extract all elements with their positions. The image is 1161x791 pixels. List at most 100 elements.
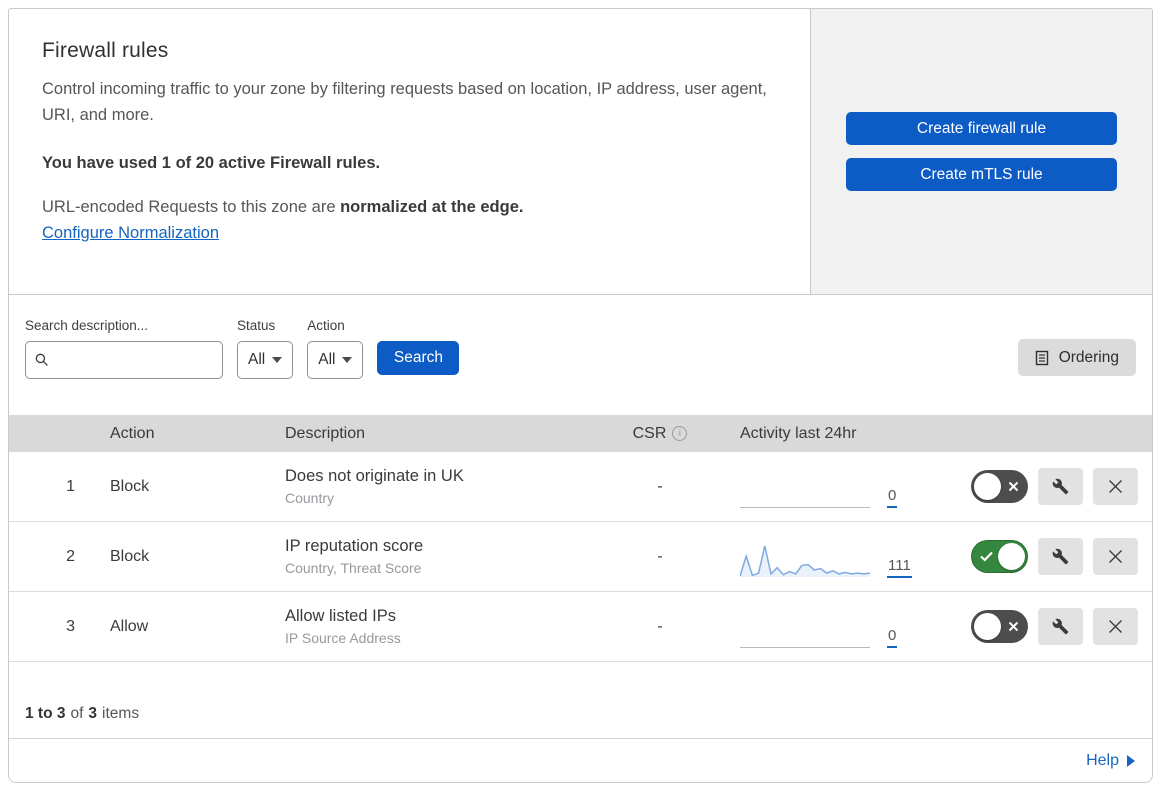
rule-controls: [925, 468, 1152, 505]
close-icon: [1109, 620, 1122, 633]
search-input[interactable]: [56, 351, 214, 369]
activity-sparkline: [740, 624, 870, 648]
rule-description-fields: Country, Threat Score: [285, 560, 422, 576]
search-icon: [35, 353, 48, 366]
page-description: Control incoming traffic to your zone by…: [42, 80, 767, 125]
activity-count-link[interactable]: 111: [887, 557, 912, 578]
page-title: Firewall rules: [42, 39, 169, 62]
edit-rule-button[interactable]: [1038, 538, 1083, 575]
ordering-icon: [1035, 350, 1048, 365]
action-column-header: Action: [110, 424, 155, 442]
normalization-text-plain: URL-encoded Requests to this zone are: [42, 197, 341, 216]
activity-count-link[interactable]: 0: [887, 487, 898, 508]
items-total: 3: [88, 705, 98, 722]
rule-csr: -: [657, 477, 663, 495]
configure-normalization-link[interactable]: Configure Normalization: [42, 224, 219, 243]
rule-description-title: IP reputation score: [285, 537, 424, 555]
rule-action: Allow: [110, 617, 149, 635]
firewall-rules-card: Firewall rules Control incoming traffic …: [8, 8, 1153, 783]
toggle-knob: [998, 543, 1025, 570]
enable-toggle[interactable]: [971, 610, 1028, 643]
rule-action: Block: [110, 547, 150, 565]
search-box[interactable]: [25, 341, 223, 379]
close-icon: [1109, 550, 1122, 563]
delete-rule-button[interactable]: [1093, 608, 1138, 645]
table-footer: 1 to 3 of 3 items: [9, 662, 1152, 739]
activity-sparkline: [740, 544, 870, 578]
search-group: Search description...: [25, 318, 223, 379]
description-column-header: Description: [285, 424, 366, 442]
rule-csr: -: [657, 547, 663, 565]
ordering-button[interactable]: Ordering: [1017, 339, 1136, 376]
rule-priority: 2: [66, 547, 75, 565]
table-header: Action Description CSR i Activity last 2…: [9, 415, 1152, 452]
normalization-text: URL-encoded Requests to this zone are no…: [42, 198, 770, 217]
rule-activity: 0: [705, 452, 925, 521]
help-bar: Help: [9, 739, 1152, 782]
status-select[interactable]: All: [237, 341, 294, 379]
table-row: 3 Allow Allow listed IPs IP Source Addre…: [9, 592, 1152, 662]
create-firewall-rule-button[interactable]: Create firewall rule: [846, 112, 1117, 145]
csr-column-label: CSR: [632, 424, 667, 442]
rule-description: Allow listed IPs IP Source Address: [285, 607, 615, 646]
rule-priority: 3: [66, 617, 75, 635]
delete-rule-button[interactable]: [1093, 468, 1138, 505]
ordering-button-label: Ordering: [1058, 348, 1119, 366]
rule-description-fields: Country: [285, 490, 335, 506]
intro-panel: Firewall rules Control incoming traffic …: [9, 9, 810, 294]
rule-activity: 111: [705, 522, 925, 591]
action-label: Action: [307, 318, 345, 333]
rule-description-fields: IP Source Address: [285, 630, 401, 646]
info-icon[interactable]: i: [672, 426, 688, 441]
usage-text: You have used 1 of 20 active Firewall ru…: [42, 153, 381, 172]
edit-rule-button[interactable]: [1038, 608, 1083, 645]
search-label: Search description...: [25, 318, 149, 333]
wrench-icon: [1052, 618, 1069, 635]
action-select[interactable]: All: [307, 341, 364, 379]
table-row: 1 Block Does not originate in UK Country…: [9, 452, 1152, 522]
rule-description-title: Does not originate in UK: [285, 467, 464, 485]
delete-rule-button[interactable]: [1093, 538, 1138, 575]
create-mtls-rule-button[interactable]: Create mTLS rule: [846, 158, 1117, 191]
check-icon: [980, 540, 993, 573]
rule-description: IP reputation score Country, Threat Scor…: [285, 537, 615, 576]
chevron-down-icon: [342, 357, 353, 363]
action-select-value: All: [318, 351, 336, 368]
toggle-knob: [974, 613, 1001, 640]
rule-description: Does not originate in UK Country: [285, 467, 615, 506]
rule-controls: [925, 608, 1152, 645]
action-group: Action All: [307, 318, 364, 379]
status-group: Status All: [237, 318, 294, 379]
wrench-icon: [1052, 478, 1069, 495]
status-label: Status: [237, 318, 276, 333]
rule-priority: 1: [66, 477, 75, 495]
activity-column-header: Activity last 24hr: [740, 424, 857, 442]
help-arrow-icon: [1127, 754, 1135, 767]
search-button[interactable]: Search: [377, 341, 460, 375]
chevron-down-icon: [272, 357, 283, 363]
items-range: 1 to 3: [25, 705, 66, 722]
actions-panel: Create firewall rule Create mTLS rule: [810, 9, 1152, 294]
edit-rule-button[interactable]: [1038, 468, 1083, 505]
status-select-value: All: [248, 351, 266, 368]
activity-count-link[interactable]: 0: [887, 627, 898, 648]
enable-toggle[interactable]: [971, 540, 1028, 573]
header-section: Firewall rules Control incoming traffic …: [9, 9, 1152, 295]
help-link-label: Help: [1086, 751, 1119, 769]
toggle-knob: [974, 473, 1001, 500]
rule-action: Block: [110, 477, 150, 495]
enable-toggle[interactable]: [971, 470, 1028, 503]
rule-csr: -: [657, 617, 663, 635]
table-row: 2 Block IP reputation score Country, Thr…: [9, 522, 1152, 592]
close-icon: [1109, 480, 1122, 493]
help-link[interactable]: Help: [1086, 752, 1135, 770]
items-of: of: [70, 705, 84, 722]
rule-controls: [925, 538, 1152, 575]
x-icon: [1008, 470, 1019, 503]
items-label: items: [102, 705, 140, 722]
wrench-icon: [1052, 548, 1069, 565]
rule-description-title: Allow listed IPs: [285, 607, 396, 625]
csr-column-header: CSR i: [615, 425, 705, 443]
filter-bar: Search description... Status All Action …: [9, 295, 1152, 415]
x-icon: [1008, 610, 1019, 643]
